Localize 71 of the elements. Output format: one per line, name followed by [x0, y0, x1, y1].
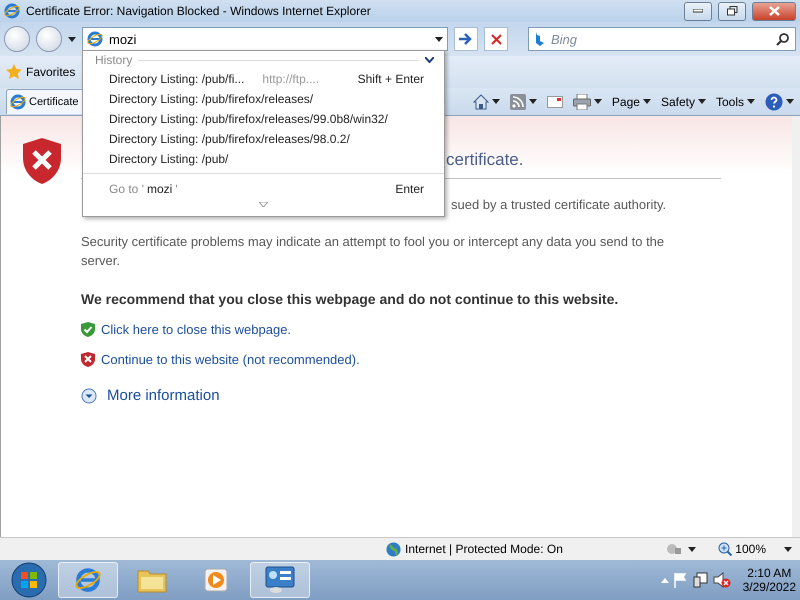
caret-icon [492, 99, 500, 104]
browser-icon [4, 3, 20, 19]
minimize-button[interactable] [684, 2, 712, 20]
page-icon [87, 31, 103, 47]
window-title: Certificate Error: Navigation Blocked - Windows Internet Explorer [26, 4, 372, 18]
go-to-item[interactable]: Go to ' mozi ' Enter [83, 173, 444, 196]
minimize-icon [693, 9, 703, 13]
taskbar-button[interactable] [58, 562, 118, 598]
warning-paragraph: Security certificate problems may indicate an attempt to fool you or intercept any data you send to the server. [81, 233, 666, 270]
zoom-icon[interactable] [718, 542, 732, 556]
caret-icon [784, 546, 792, 552]
menu-button[interactable]: Tools [716, 94, 744, 108]
close-icon [490, 34, 502, 44]
page-link[interactable]: Click here to close this webpage. [101, 322, 292, 337]
caret-icon [688, 546, 696, 552]
more-icon[interactable] [259, 202, 268, 207]
feed-icon[interactable] [510, 94, 526, 110]
recommendation-text: We recommend that you close this webpage and do not continue to this website. [81, 291, 620, 307]
search-engine-icon [535, 32, 545, 46]
back-button[interactable] [4, 26, 30, 52]
favorites-button[interactable]: Favorites [6, 64, 76, 80]
expand-icon[interactable] [81, 388, 97, 404]
printer-icon[interactable] [572, 94, 591, 110]
globe-icon [386, 542, 401, 556]
speaker-muted-icon[interactable] [712, 572, 731, 588]
search-icon[interactable] [776, 32, 789, 46]
clock[interactable]: 2:10 AM 3/29/2022 [742, 566, 796, 594]
go-button[interactable] [454, 27, 478, 51]
close-icon [768, 6, 780, 16]
arrow-right-icon [459, 33, 473, 45]
stop-button[interactable] [484, 27, 508, 51]
zoom-level[interactable]: 100% [735, 542, 766, 556]
caret-icon [435, 36, 443, 42]
menu-button[interactable]: Page [612, 94, 640, 108]
forward-button[interactable] [36, 26, 62, 52]
history-item[interactable]: Directory Listing: /pub/fi... http://ftp.... Shift + Enter [83, 69, 444, 89]
star-icon [6, 64, 22, 80]
history-item[interactable]: Directory Listing: /pub/firefox/releases/98.0.2/ [83, 129, 444, 149]
history-item[interactable]: Directory Listing: /pub/ [83, 149, 444, 169]
restore-icon [726, 6, 738, 16]
collapse-icon[interactable] [425, 57, 434, 63]
menu-button[interactable]: Safety [660, 94, 695, 108]
shield-x-icon [81, 352, 95, 367]
browser-icon [74, 566, 102, 594]
heading-text: certificate. [446, 150, 524, 169]
address-field[interactable]: mozi [82, 27, 448, 51]
shield-check-icon [81, 322, 95, 337]
network-icon[interactable] [692, 572, 709, 588]
caret-icon [747, 99, 755, 104]
caret-icon [594, 99, 602, 104]
restore-button[interactable] [718, 2, 746, 20]
caret-icon [786, 99, 794, 104]
zone-status: Internet | Protected Mode: On [405, 542, 564, 556]
media-player-icon [203, 567, 229, 593]
caret-icon [528, 99, 537, 104]
taskbar-button[interactable] [250, 562, 310, 598]
control-panel-icon [265, 566, 295, 594]
search-field[interactable]: Bing [528, 27, 796, 51]
caret-icon [698, 99, 706, 104]
page-icon [10, 94, 26, 110]
close-button[interactable] [752, 2, 796, 20]
caret-icon [68, 36, 76, 42]
home-icon[interactable] [472, 94, 489, 110]
description-text: sued by a trusted certificate authority. [451, 197, 666, 212]
help-icon[interactable] [765, 92, 783, 110]
shield-error-icon [23, 138, 61, 184]
caret-icon [642, 99, 651, 104]
more-information-link[interactable]: More information [107, 387, 220, 404]
page-link[interactable]: Continue to this website (not recommended). [101, 352, 360, 367]
section-label: History [95, 53, 132, 67]
mail-icon[interactable] [546, 96, 563, 108]
